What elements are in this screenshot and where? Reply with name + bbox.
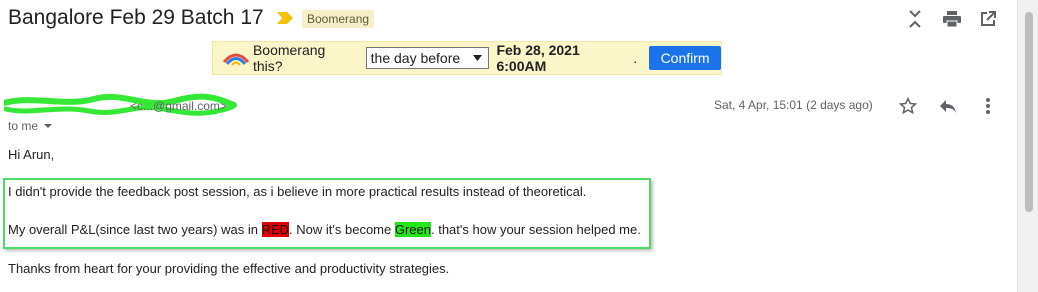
sender-email: <c...@gmail.com> xyxy=(130,99,227,113)
body-line-2-mid: . Now it's become xyxy=(289,222,395,237)
greeting: Hi Arun, xyxy=(8,147,55,162)
boomerang-question: Boomerang this? xyxy=(252,42,326,74)
body-line-2-pre: My overall P&L(since last two years) was… xyxy=(8,222,262,237)
boomerang-logo-icon xyxy=(223,53,249,66)
importance-marker-icon[interactable] xyxy=(277,12,293,24)
green-highlight: Green xyxy=(394,222,431,237)
red-highlight: RED xyxy=(261,222,290,237)
subject-title: Bangalore Feb 29 Batch 17 xyxy=(8,6,264,29)
confirm-button[interactable]: Confirm xyxy=(649,46,722,70)
scrollbar-thumb[interactable] xyxy=(1025,12,1033,212)
body-line-2-post: . that's how your session helped me. xyxy=(430,222,641,237)
sent-date: Sat, 4 Apr, 15:01 (2 days ago) xyxy=(714,98,873,112)
chevron-down-icon xyxy=(44,124,53,128)
label-chip[interactable]: Boomerang xyxy=(302,10,375,28)
dropdown-arrow-icon xyxy=(473,55,483,61)
recipient-details[interactable]: to me xyxy=(8,119,53,133)
boomerang-select-value: the day before xyxy=(370,50,461,66)
collapse-icon[interactable] xyxy=(905,9,925,29)
boomerang-time-select[interactable]: the day before xyxy=(365,47,490,69)
body-line-2: My overall P&L(since last two years) was… xyxy=(8,222,641,237)
closing-line: Thanks from heart for your providing the… xyxy=(8,261,450,276)
boomerang-period: . xyxy=(633,50,638,66)
more-options-icon[interactable] xyxy=(978,96,998,116)
boomerang-date: Feb 28, 2021 6:00AM xyxy=(496,42,580,74)
boomerang-bar: Boomerang this? the day before Feb 28, 2… xyxy=(212,41,722,75)
to-me-label: to me xyxy=(8,119,39,133)
reply-icon[interactable] xyxy=(938,96,958,116)
print-icon[interactable] xyxy=(942,9,962,29)
body-line-1: I didn't provide the feedback post sessi… xyxy=(8,184,587,199)
open-in-new-icon[interactable] xyxy=(978,9,998,29)
star-icon[interactable] xyxy=(898,96,918,116)
